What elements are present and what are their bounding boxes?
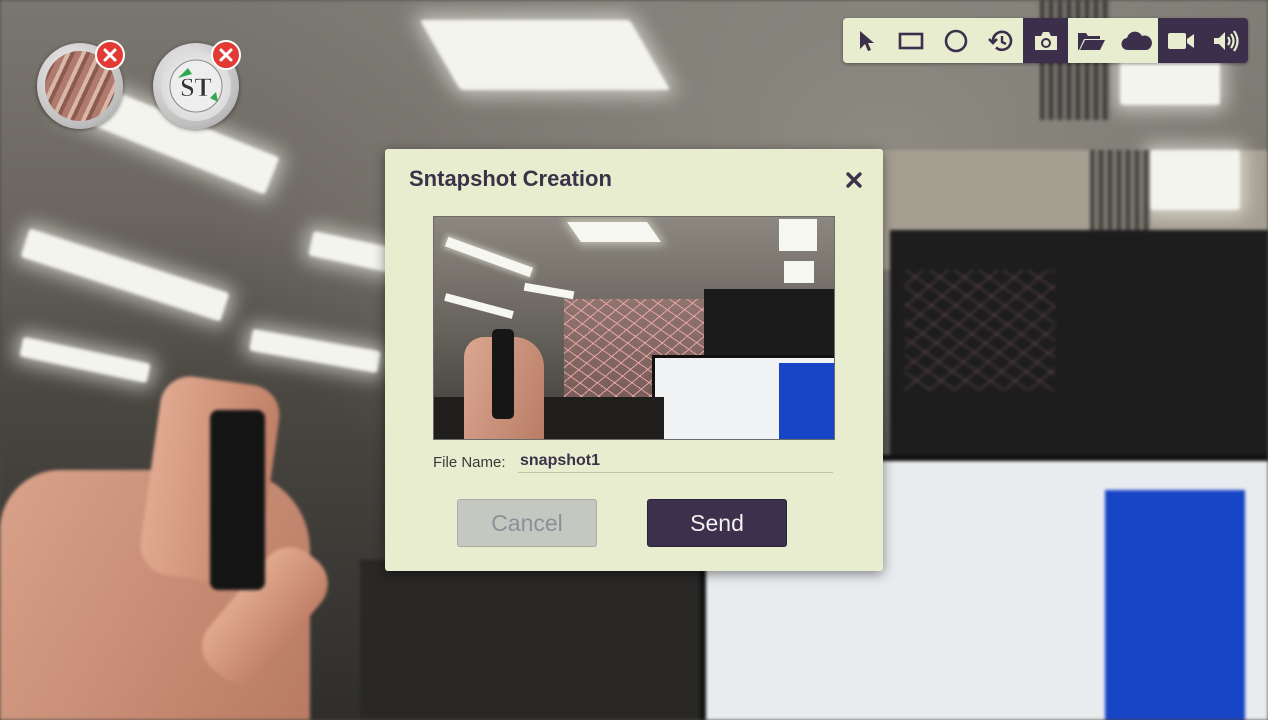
history-icon: [987, 30, 1012, 51]
open-file-button[interactable]: [1068, 18, 1113, 63]
cursor-icon: [859, 30, 874, 51]
snapshot-preview-image: [433, 216, 835, 440]
folder-open-icon: [1077, 32, 1105, 50]
circle-tool-button[interactable]: [933, 18, 978, 63]
annotation-toolbar: [843, 18, 1248, 63]
camera-icon: [1034, 31, 1057, 50]
close-icon: [846, 172, 862, 188]
circle-icon: [944, 29, 967, 52]
send-button[interactable]: Send: [647, 499, 787, 547]
video-camera-icon: [1167, 32, 1194, 49]
snapshot-tool-button[interactable]: [1023, 18, 1068, 63]
rectangle-tool-button[interactable]: [888, 18, 933, 63]
dialog-title: Sntapshot Creation: [409, 166, 612, 191]
cloud-button[interactable]: [1113, 18, 1158, 63]
close-icon: [103, 48, 117, 62]
svg-text:ST: ST: [180, 73, 212, 102]
file-name-input[interactable]: [518, 449, 833, 473]
rectangle-icon: [898, 32, 923, 49]
history-tool-button[interactable]: [978, 18, 1023, 63]
video-toggle-button[interactable]: [1158, 18, 1203, 63]
pointer-tool-button[interactable]: [843, 18, 888, 63]
audio-toggle-button[interactable]: [1203, 18, 1248, 63]
cancel-button[interactable]: Cancel: [457, 499, 597, 547]
close-icon: [219, 48, 233, 62]
speaker-icon: [1213, 29, 1239, 52]
cloud-icon: [1120, 31, 1152, 50]
snapshot-dialog: Sntapshot Creation File Name: Cancel Sen…: [385, 149, 883, 571]
remove-participant-button[interactable]: [211, 40, 241, 70]
close-dialog-button[interactable]: [843, 169, 865, 191]
remove-participant-button[interactable]: [95, 40, 125, 70]
file-name-label: File Name:: [433, 454, 506, 471]
